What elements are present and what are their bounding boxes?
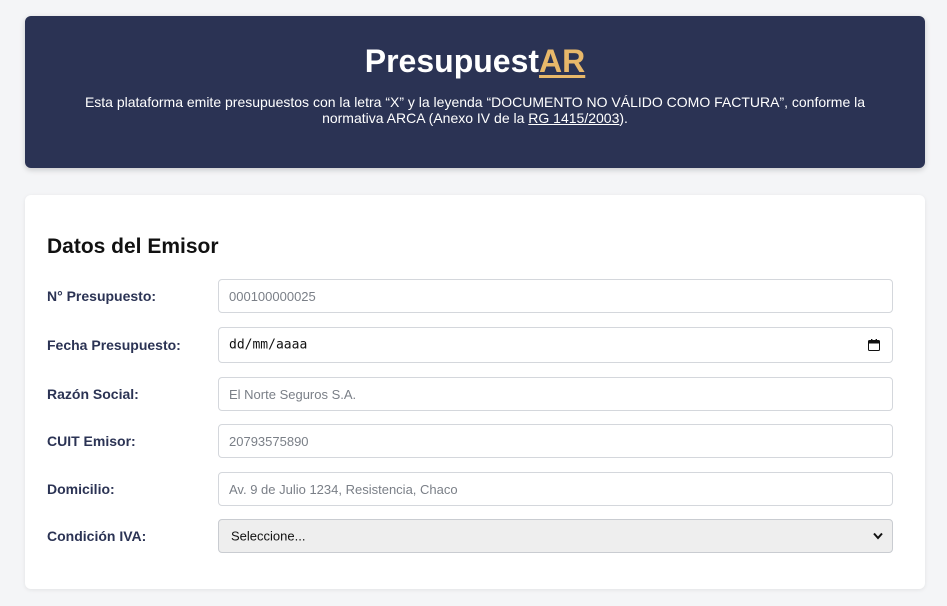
notice-end: ). <box>619 110 628 126</box>
fecha-value: dd/mm/aaaa <box>229 337 308 353</box>
domicilio-input[interactable] <box>218 472 893 506</box>
row-numero: N° Presupuesto: <box>47 279 893 313</box>
legal-notice: Esta plataforma emite presupuestos con l… <box>65 94 885 126</box>
razon-social-input[interactable] <box>218 377 893 411</box>
condicion-label: Condición IVA: <box>47 528 147 544</box>
domicilio-label: Domicilio: <box>47 481 115 497</box>
chevron-down-icon <box>873 532 883 540</box>
row-cuit: CUIT Emisor: <box>47 424 893 458</box>
cuit-label: CUIT Emisor: <box>47 433 136 449</box>
brand-title: PresupuestAR <box>25 43 925 79</box>
brand-main: Presupuest <box>364 43 540 79</box>
row-fecha: Fecha Presupuesto: dd/mm/aaaa <box>47 327 893 363</box>
razon-label: Razón Social: <box>47 386 139 402</box>
section-title: Datos del Emisor <box>47 235 219 258</box>
row-razon: Razón Social: <box>47 377 893 411</box>
condicion-iva-select[interactable]: Seleccione... <box>218 519 893 553</box>
row-domicilio: Domicilio: <box>47 472 893 506</box>
calendar-icon[interactable] <box>868 339 880 351</box>
cuit-emisor-input[interactable] <box>218 424 893 458</box>
notice-text: Esta plataforma emite presupuestos con l… <box>84 94 866 126</box>
condicion-selected: Seleccione... <box>231 528 306 544</box>
numero-presupuesto-input[interactable] <box>218 279 893 313</box>
numero-label: N° Presupuesto: <box>47 288 157 304</box>
page-header: PresupuestAR Esta plataforma emite presu… <box>25 16 925 168</box>
rg-link[interactable]: RG 1415/2003 <box>528 110 619 126</box>
brand-accent: AR <box>539 43 586 79</box>
row-condicion: Condición IVA: Seleccione... <box>47 519 893 553</box>
fecha-presupuesto-input[interactable]: dd/mm/aaaa <box>218 327 893 363</box>
fecha-label: Fecha Presupuesto: <box>47 337 181 353</box>
emisor-form-card: Datos del Emisor N° Presupuesto: Fecha P… <box>25 195 925 589</box>
